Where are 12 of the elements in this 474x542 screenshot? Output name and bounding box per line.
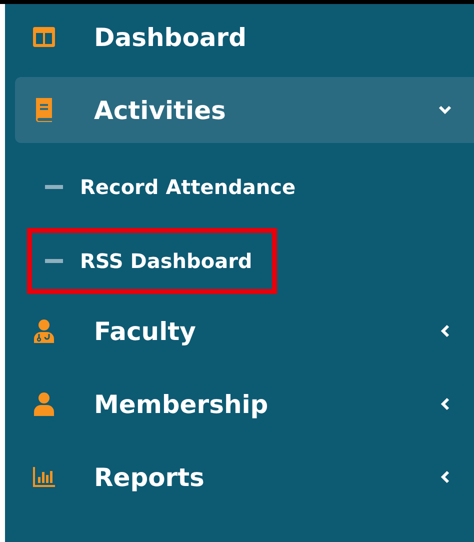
menu-item[interactable]: Activities (15, 77, 474, 143)
submenu-item[interactable]: Record Attendance (27, 154, 321, 220)
columns-icon (33, 27, 55, 47)
menu-item[interactable]: Faculty (15, 298, 474, 364)
bar-chart-icon (33, 467, 55, 487)
book-icon (34, 98, 54, 122)
menu-item[interactable]: Membership (15, 371, 474, 437)
submenu-item[interactable]: RSS Dashboard (27, 228, 278, 294)
menu-item[interactable]: Dashboard (15, 4, 474, 70)
doctor-icon (33, 319, 55, 343)
user-icon (33, 392, 55, 416)
menu-item[interactable]: Reports (15, 444, 474, 510)
